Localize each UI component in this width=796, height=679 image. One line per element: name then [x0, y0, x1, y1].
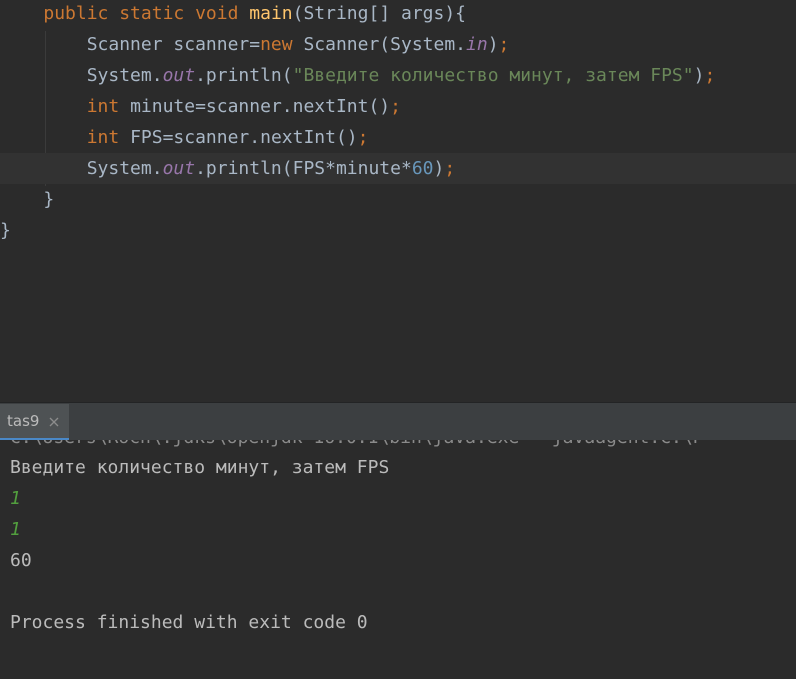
code-token: }	[0, 189, 55, 210]
code-token: .println(	[195, 65, 293, 86]
run-tool-window-header: tas9	[0, 404, 796, 440]
code-token: public static void	[43, 3, 250, 24]
code-token: minute=scanner.nextInt()	[130, 96, 391, 117]
code-line[interactable]: int FPS=scanner.nextInt();	[0, 122, 796, 153]
code-token: int	[86, 127, 131, 148]
code-token: in	[466, 34, 488, 55]
code-token: )	[487, 34, 499, 55]
code-token: "Введите количество минут, затем FPS"	[292, 65, 694, 86]
code-token: System.	[0, 65, 163, 86]
console-output-line: Process finished with exit code 0	[10, 612, 368, 633]
code-token: )	[693, 65, 705, 86]
close-icon[interactable]	[47, 414, 61, 428]
console-input-line: 1	[10, 488, 21, 509]
code-token: ;	[357, 127, 369, 148]
code-token: main	[249, 3, 293, 24]
code-token: Scanner scanner=	[0, 34, 261, 55]
run-console[interactable]: C:\Users\Roch\.jdks\openjdk-16.0.1\bin\j…	[0, 440, 796, 679]
tab-run-configuration[interactable]: tas9	[0, 404, 70, 440]
code-token: ;	[704, 65, 716, 86]
code-editor[interactable]: public static void main(String[] args){ …	[0, 0, 796, 402]
code-token: Scanner(System.	[303, 34, 467, 55]
code-token: out	[162, 65, 196, 86]
tab-label: tas9	[7, 412, 40, 430]
code-line[interactable]: }	[0, 184, 796, 215]
code-token: ;	[390, 96, 401, 117]
code-token: System.	[0, 158, 163, 179]
code-token: }	[0, 220, 11, 241]
code-token: (String[] args){	[292, 3, 467, 24]
code-line[interactable]: System.out.println(FPS*minute*60);	[0, 153, 796, 184]
code-token: ;	[498, 34, 510, 55]
code-token: new	[260, 34, 304, 55]
code-line[interactable]: }	[0, 215, 796, 246]
code-token: .println(FPS*minute*	[195, 158, 412, 179]
console-output-line: Введите количество минут, затем FPS	[10, 457, 390, 478]
code-token: )	[433, 158, 445, 179]
code-token: FPS=scanner.nextInt()	[130, 127, 358, 148]
console-output-line: 60	[10, 550, 32, 571]
code-token: 60	[411, 158, 434, 179]
console-input-line: 1	[10, 519, 21, 540]
code-token: ;	[444, 158, 456, 179]
code-line[interactable]: public static void main(String[] args){	[0, 0, 796, 29]
code-line[interactable]: int minute=scanner.nextInt();	[0, 91, 796, 122]
code-token: out	[162, 158, 196, 179]
code-line[interactable]: Scanner scanner=new Scanner(System.in);	[0, 29, 796, 60]
code-line[interactable]: System.out.println("Введите количество м…	[0, 60, 796, 91]
code-token: int	[86, 96, 131, 117]
